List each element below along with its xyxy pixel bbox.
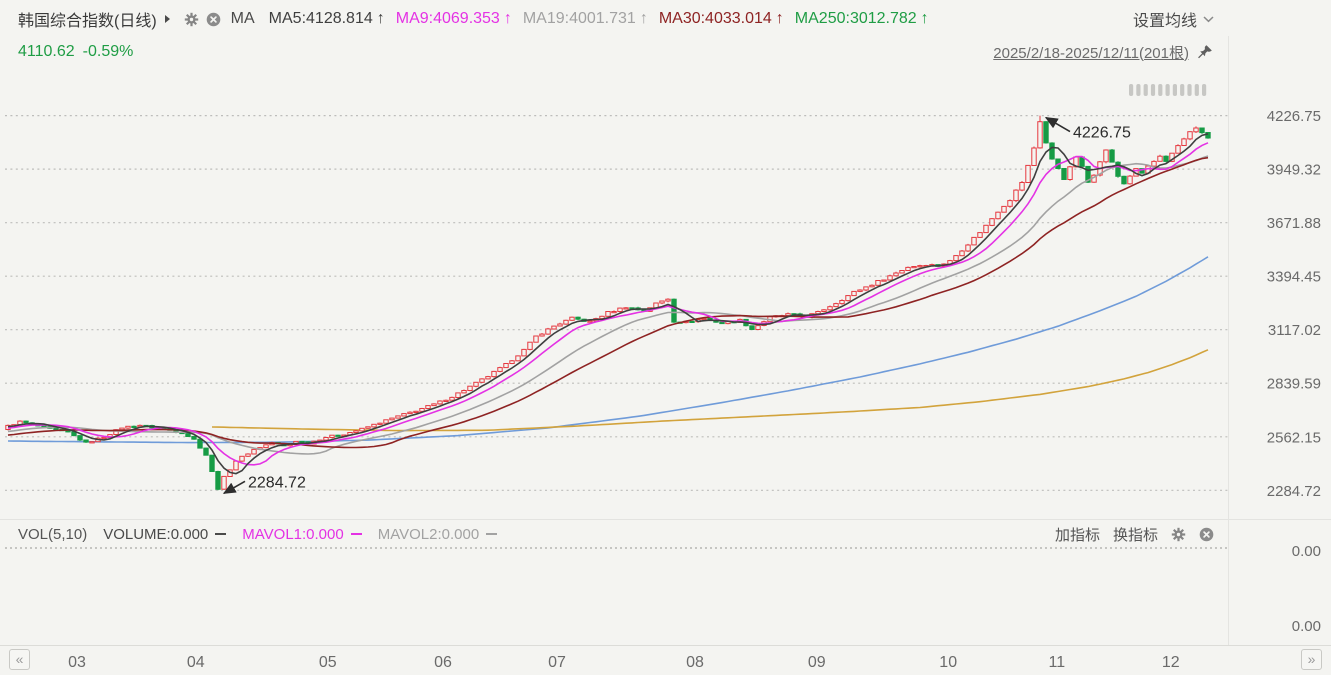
chart-canvas[interactable]: 4226.75 2284.72 4226.75 3949.32 3671.88 3394…: [0, 0, 1331, 675]
pin-icon[interactable]: [1195, 43, 1214, 62]
y-axis-label: 2839.59: [1267, 376, 1321, 393]
volume-y-label: 0.00: [1292, 618, 1321, 635]
volume-legend: VOLUME:0.000 MAVOL1:0.000 MAVOL2:0.000: [103, 526, 498, 543]
low-annotation: 2284.72: [248, 474, 306, 491]
ma-line-MA5: [7, 133, 1209, 475]
symbol-caret-icon[interactable]: [164, 15, 170, 23]
switch-indicator-button[interactable]: 换指标: [1113, 524, 1158, 545]
ma-legend: MA5:4128.814 ↑ MA9:4069.353 ↑ MA19:4001.731 ↑…: [269, 10, 929, 28]
change-percent: -0.59%: [82, 43, 134, 60]
ma-legend-item: MA5:4128.814 ↑: [268, 10, 385, 27]
ma-legend-item: MA19:4001.731 ↑: [522, 10, 648, 27]
x-axis-label: 05: [319, 654, 337, 671]
volume-close-icon[interactable]: [1199, 527, 1214, 542]
y-axis-label: 3394.45: [1267, 269, 1321, 286]
high-annotation: 4226.75: [1073, 125, 1131, 142]
volume-legend-item: MAVOL2:0.000: [378, 526, 498, 543]
y-axis-label: 3117.02: [1268, 322, 1321, 339]
ma-line-MA30: [7, 156, 1209, 449]
chart-decorations: [0, 36, 1331, 646]
x-axis-label: 08: [686, 654, 704, 671]
scroll-right-button[interactable]: »: [1301, 649, 1322, 670]
scroll-left-button[interactable]: «: [9, 649, 30, 670]
ma-line-MA250: [211, 349, 1209, 432]
candlestick-series[interactable]: [5, 115, 1211, 491]
ma-legend-item: MA250:3012.782 ↑: [794, 10, 929, 27]
x-axis-label: 11: [1048, 654, 1065, 671]
x-axis-label: 12: [1162, 654, 1180, 671]
chevron-down-icon: [1203, 15, 1214, 22]
last-price: 4110.62: [18, 43, 75, 60]
volume-y-label: 0.00: [1292, 543, 1321, 560]
x-axis-label: 03: [68, 654, 86, 671]
x-axis-label: 10: [939, 654, 957, 671]
ma-lines: [7, 133, 1209, 475]
ma-legend-item: MA9:4069.353 ↑: [395, 10, 512, 27]
x-axis-label: 09: [808, 654, 826, 671]
y-axis-label: 2562.15: [1267, 429, 1321, 446]
ma-line-MA19: [7, 155, 1209, 455]
y-axis-label: 3671.88: [1267, 215, 1321, 232]
ma-line-MA9: [7, 142, 1209, 466]
sub-header: 4110.62 -0.59% 2025/2/18-2025/12/11(201根…: [18, 41, 1214, 63]
ma-settings-label: 设置均线: [1132, 13, 1197, 30]
ma-settings-button[interactable]: 设置均线: [1133, 7, 1214, 31]
indicator-group-label[interactable]: MA: [231, 10, 255, 28]
close-indicator-icon[interactable]: [206, 12, 221, 27]
ma-legend-item: MA30:4033.014 ↑: [658, 10, 784, 27]
volume-legend-item: VOLUME:0.000: [103, 526, 227, 543]
axis-labels: 4226.75 3949.32 3671.88 3394.45 3117.02 2839.…: [68, 108, 1321, 671]
gear-icon[interactable]: [184, 12, 199, 27]
volume-legend-item: MAVOL1:0.000: [242, 526, 362, 543]
volume-gear-icon[interactable]: [1171, 527, 1186, 542]
volume-pane-header: VOL(5,10) VOLUME:0.000 MAVOL1:0.000 MAVOL2…: [18, 522, 1214, 546]
x-axis-label: 04: [187, 654, 205, 671]
y-axis-label: 2284.72: [1267, 483, 1321, 500]
pane-resize-grip[interactable]: [1129, 84, 1207, 96]
y-axis-label: 4226.75: [1267, 108, 1321, 125]
stock-chart-app: 4226.75 2284.72 4226.75 3949.32 3671.88 3394…: [0, 0, 1331, 675]
ma-line-MA-blue: [7, 256, 1209, 444]
add-indicator-button[interactable]: 加指标: [1055, 524, 1100, 545]
volume-indicator-label[interactable]: VOL(5,10): [18, 526, 87, 543]
date-range-link[interactable]: 2025/2/18-2025/12/11(201根): [993, 42, 1189, 63]
x-axis-label: 07: [548, 654, 566, 671]
x-axis-label: 06: [434, 654, 452, 671]
long-ma-lines: [7, 256, 1209, 444]
y-axis-label: 3949.32: [1267, 162, 1321, 179]
symbol-title[interactable]: 韩国综合指数(日线): [18, 7, 157, 31]
main-header: 韩国综合指数(日线) MA MA5:4128.814 ↑ MA9:4069.35…: [18, 7, 1214, 31]
